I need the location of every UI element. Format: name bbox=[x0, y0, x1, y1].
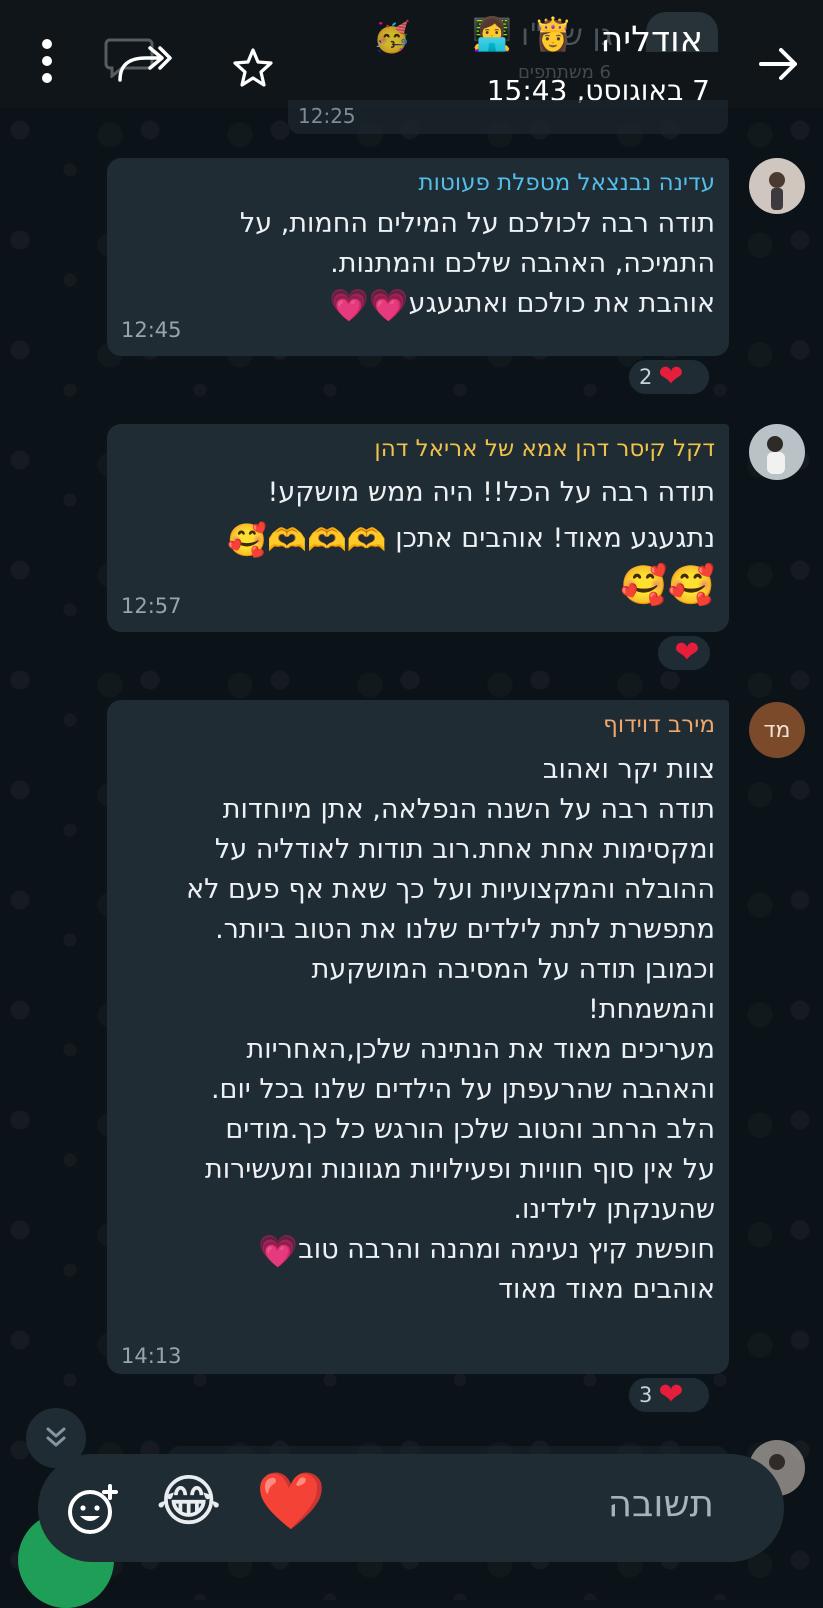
message-line-text: חופשת קיץ נעימה ומהנה והרבה טוב bbox=[298, 1234, 715, 1265]
message-bubble[interactable]: דקל קיסר דהן אמא של אריאל דהן תודה רבה ע… bbox=[107, 424, 729, 632]
message-line: תודה רבה לכולכם על המילים החמות, על bbox=[239, 208, 715, 239]
message-line: נתגעגע מאוד! אוהבים אתכן 🫶🫶🫶🥰 bbox=[227, 516, 715, 562]
message-bubble[interactable]: מירב דוידוף צוות יקר ואהוב תודה רבה על ה… bbox=[107, 700, 729, 1374]
red-heart-icon: ❤ bbox=[658, 1377, 684, 1412]
message-line: ההובלה והמקצועיות ועל כך שאת אף פעם לא bbox=[186, 874, 715, 905]
quick-reaction-laugh[interactable]: 😂 bbox=[156, 1474, 221, 1530]
message-line-text: נתגעגע מאוד! אוהבים אתכן bbox=[395, 523, 715, 554]
message-line: חופשת קיץ נעימה ומהנה והרבה טוב💗 bbox=[186, 1230, 715, 1270]
reply-input[interactable]: תשובה bbox=[608, 1482, 714, 1525]
message-bubble[interactable]: עדינה נבנצאל מטפלת פעוטות תודה רבה לכולכ… bbox=[107, 158, 729, 356]
message-line: אוהבת את כולכם ואתגעגע💗💗 bbox=[240, 284, 715, 324]
sender-avatar bbox=[749, 424, 805, 480]
message-line: 🥰🥰 bbox=[227, 562, 715, 610]
message-text: צוות יקר ואהוב תודה רבה על השנה הנפלאה, … bbox=[186, 750, 715, 1310]
reaction-count: 2 bbox=[639, 365, 653, 389]
message-line: אוהבים מאוד מאוד bbox=[498, 1274, 715, 1305]
forward-icon[interactable] bbox=[116, 44, 172, 84]
sender-avatar bbox=[749, 158, 805, 214]
message-line: על אין סוף חוויות ופעילויות מגוונות ומעש… bbox=[204, 1154, 715, 1185]
reaction-badge[interactable]: 3 ❤ bbox=[627, 1376, 711, 1414]
double-chevron-down-icon bbox=[46, 1427, 66, 1447]
sender-avatar: מד bbox=[749, 702, 805, 758]
message-line: מעריכים מאוד את הנתינה שלכן,האחריות bbox=[246, 1034, 715, 1065]
previous-message-time: 12:25 bbox=[298, 104, 356, 128]
avatar-initials: מד bbox=[763, 717, 791, 743]
arrow-right-icon[interactable] bbox=[755, 40, 803, 88]
message-line: והאהבה שהרעפתן על הילדים שלנו בכל יום. bbox=[210, 1074, 715, 1105]
message-line: שהענקתן לילדינו. bbox=[513, 1194, 715, 1225]
quick-reaction-heart[interactable]: ❤️ bbox=[256, 1474, 326, 1530]
technologist-emoji-icon: 👩‍💻 bbox=[472, 15, 512, 53]
message-line: צוות יקר ואהוב bbox=[542, 754, 715, 785]
message-time: 12:57 bbox=[121, 594, 182, 618]
emoji-plus-icon[interactable] bbox=[66, 1482, 120, 1536]
message-time: 14:13 bbox=[121, 1344, 182, 1368]
more-vertical-icon[interactable] bbox=[40, 38, 54, 84]
message-time: 12:45 bbox=[121, 318, 182, 342]
message-line: תודה רבה על הכל!! היה ממש מושקע! bbox=[267, 477, 715, 508]
message-line: מתפשרת לתת לילדים שלנו את הטוב ביותר. bbox=[215, 914, 715, 945]
smiling-hearts-emoji-icon: 🥰🥰 bbox=[620, 563, 715, 607]
message-line: ומקסימות אחת אחת.רוב תודות לאודליה על bbox=[214, 834, 715, 865]
message-sender-name: עדינה נבנצאל מטפלת פעוטות bbox=[418, 170, 715, 196]
star-icon[interactable] bbox=[232, 46, 274, 88]
message-line: וכמובן תודה על המסיבה המושקעת bbox=[311, 954, 715, 985]
message-text: תודה רבה על הכל!! היה ממש מושקע! נתגעגע … bbox=[227, 470, 715, 610]
party-face-emoji-icon: 🥳 bbox=[373, 20, 411, 55]
message-viewer-header: גן שפ"ו 6 משתתפים 🥳 אודליה 👸 👩‍💻 7 באוגו… bbox=[0, 0, 823, 108]
message-sender-name: דקל קיסר דהן אמא של אריאל דהן bbox=[374, 436, 715, 462]
pink-heart-emoji-icon: 💗 bbox=[258, 1232, 299, 1270]
message-line: תודה רבה על השנה הנפלאה, אתן מיוחדות bbox=[222, 794, 715, 825]
reply-bar[interactable]: 😂 ❤️ תשובה bbox=[38, 1454, 784, 1562]
viewer-sender-name: אודליה bbox=[600, 20, 703, 60]
message-sender-name: מירב דוידוף bbox=[603, 712, 715, 738]
red-heart-icon: ❤ bbox=[674, 635, 700, 670]
reaction-count: 3 bbox=[639, 1383, 653, 1407]
message-line-text: אוהבת את כולכם ואתגעגע bbox=[408, 288, 715, 319]
heart-hands-emoji-icon: 🫶🫶🫶🥰 bbox=[227, 521, 387, 559]
princess-emoji-icon: 👸 bbox=[533, 15, 573, 53]
message-line: התמיכה, האהבה שלכם והמתנות. bbox=[330, 248, 715, 279]
message-line: הלב הרחב והטוב שלכן הורגש כל כך.מודים bbox=[225, 1114, 715, 1145]
reaction-badge[interactable]: 2 ❤ bbox=[627, 358, 711, 396]
reaction-badge[interactable]: ❤ bbox=[656, 634, 712, 672]
message-line: והמשמחת! bbox=[587, 994, 715, 1025]
message-text: תודה רבה לכולכם על המילים החמות, על התמי… bbox=[240, 204, 715, 324]
pink-heart-emoji-icon: 💗💗 bbox=[328, 286, 409, 324]
red-heart-icon: ❤ bbox=[658, 359, 684, 394]
